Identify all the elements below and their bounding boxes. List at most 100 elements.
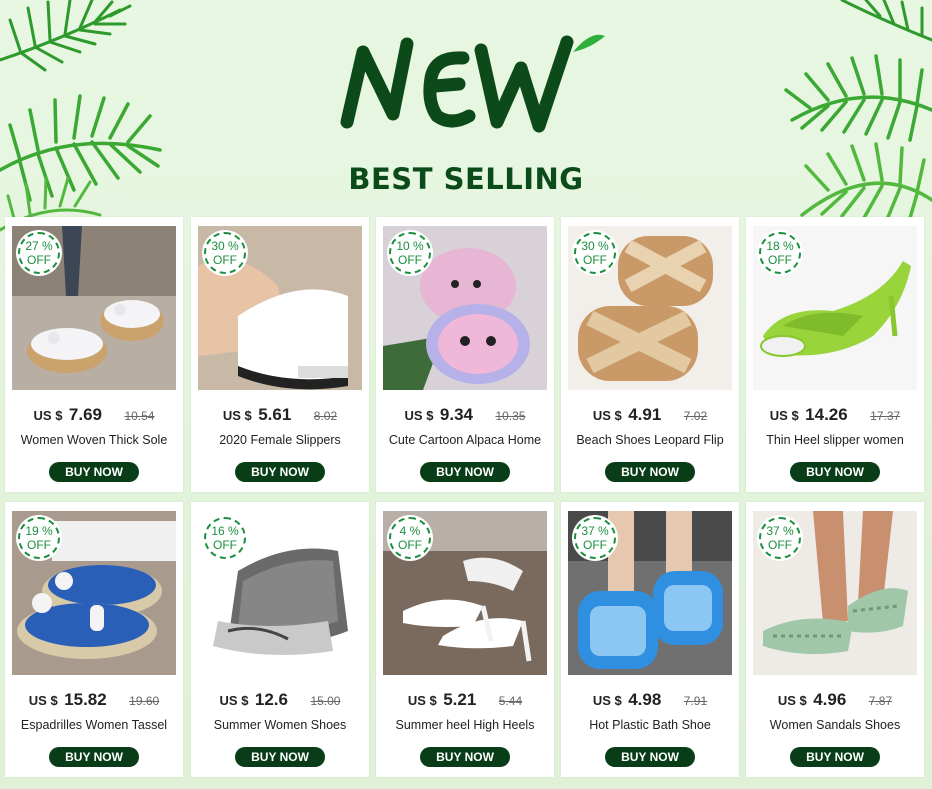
buy-now-button[interactable]: BUY NOW	[420, 462, 510, 482]
buy-now-button[interactable]: BUY NOW	[420, 747, 510, 767]
buy-now-button[interactable]: BUY NOW	[49, 462, 139, 482]
discount-badge: 37 % OFF	[759, 517, 801, 559]
price-row: US $ 5.61 8.02	[191, 405, 369, 425]
discount-badge: 19 % OFF	[18, 517, 60, 559]
buy-now-button[interactable]: BUY NOW	[790, 747, 880, 767]
product-name[interactable]: Summer heel High Heels	[380, 718, 550, 732]
palm-leaves-right-icon	[784, 0, 932, 227]
buy-now-button[interactable]: BUY NOW	[790, 462, 880, 482]
product-card[interactable]: 30 % OFF US $ 4.91 7.02 Beach Shoes Leop…	[561, 217, 739, 492]
discount-percent: 27 %	[25, 239, 53, 253]
price-row: US $ 9.34 10.35	[376, 405, 554, 425]
discount-percent: 4 %	[399, 524, 421, 538]
original-price: 15.00	[310, 694, 341, 708]
price-row: US $ 15.82 19.60	[5, 690, 183, 710]
product-card[interactable]: 4 % OFF US $ 5.21 5.44 Summer heel High …	[376, 502, 554, 777]
price-row: US $ 5.21 5.44	[376, 690, 554, 710]
original-price: 10.54	[124, 409, 155, 423]
best-selling-heading: BEST SELLING	[348, 162, 584, 196]
discount-percent: 30 %	[211, 239, 239, 253]
product-name[interactable]: Summer Women Shoes	[195, 718, 365, 732]
product-image[interactable]: 4 % OFF	[383, 511, 547, 675]
price-row: US $ 4.91 7.02	[561, 405, 739, 425]
product-name[interactable]: 2020 Female Slippers	[195, 433, 365, 447]
product-name[interactable]: Beach Shoes Leopard Flip	[565, 433, 735, 447]
discount-off: OFF	[213, 253, 237, 267]
currency: US $	[407, 693, 437, 708]
product-image[interactable]: 37 % OFF	[753, 511, 917, 675]
price: 14.26	[805, 405, 848, 424]
price-row: US $ 14.26 17.37	[746, 405, 924, 425]
discount-badge: 37 % OFF	[574, 517, 616, 559]
product-image[interactable]: 19 % OFF	[12, 511, 176, 675]
product-card[interactable]: 37 % OFF US $ 4.96 7.87 Women Sandals Sh…	[746, 502, 924, 777]
price: 7.69	[68, 405, 102, 424]
product-image[interactable]: 37 % OFF	[568, 511, 732, 675]
product-name[interactable]: Cute Cartoon Alpaca Home	[380, 433, 550, 447]
buy-now-button[interactable]: BUY NOW	[605, 747, 695, 767]
discount-off: OFF	[398, 538, 422, 552]
buy-now-button[interactable]: BUY NOW	[49, 747, 139, 767]
currency: US $	[592, 693, 622, 708]
product-card[interactable]: 19 % OFF US $ 15.82 19.60 Espadrilles Wo…	[5, 502, 183, 777]
product-image[interactable]: 30 % OFF	[568, 226, 732, 390]
product-name[interactable]: Thin Heel slipper women	[750, 433, 920, 447]
price: 5.61	[258, 405, 292, 424]
currency: US $	[592, 408, 622, 423]
price: 15.82	[64, 690, 107, 709]
original-price: 17.37	[870, 409, 901, 423]
discount-off: OFF	[583, 538, 607, 552]
discount-off: OFF	[398, 253, 422, 267]
original-price: 7.91	[683, 694, 708, 708]
discount-percent: 19 %	[25, 524, 53, 538]
buy-now-button[interactable]: BUY NOW	[235, 747, 325, 767]
original-price: 10.35	[495, 409, 526, 423]
price-row: US $ 4.96 7.87	[746, 690, 924, 710]
new-logo	[340, 34, 605, 133]
original-price: 5.44	[498, 694, 523, 708]
product-card[interactable]: 16 % OFF US $ 12.6 15.00 Summer Women Sh…	[191, 502, 369, 777]
product-image[interactable]: 16 % OFF	[198, 511, 362, 675]
discount-off: OFF	[583, 253, 607, 267]
original-price: 19.60	[129, 694, 160, 708]
discount-percent: 10 %	[396, 239, 424, 253]
discount-badge: 30 % OFF	[574, 232, 616, 274]
product-card[interactable]: 10 % OFF US $ 9.34 10.35 Cute Cartoon Al…	[376, 217, 554, 492]
original-price: 7.02	[683, 409, 708, 423]
palm-leaves-left-icon	[0, 0, 162, 232]
product-card[interactable]: 18 % OFF US $ 14.26 17.37 Thin Heel slip…	[746, 217, 924, 492]
product-card[interactable]: 37 % OFF US $ 4.98 7.91 Hot Plastic Bath…	[561, 502, 739, 777]
product-card[interactable]: 27 % OFF US $ 7.69 10.54 Women Woven Thi…	[5, 217, 183, 492]
product-image[interactable]: 18 % OFF	[753, 226, 917, 390]
product-card[interactable]: 30 % OFF US $ 5.61 8.02 2020 Female Slip…	[191, 217, 369, 492]
original-price: 8.02	[313, 409, 338, 423]
currency: US $	[219, 693, 249, 708]
buy-now-button[interactable]: BUY NOW	[235, 462, 325, 482]
discount-badge: 4 % OFF	[389, 517, 431, 559]
discount-percent: 37 %	[766, 524, 794, 538]
price: 9.34	[439, 405, 473, 424]
currency: US $	[404, 408, 434, 423]
discount-off: OFF	[768, 253, 792, 267]
price: 4.96	[813, 690, 847, 709]
discount-off: OFF	[27, 538, 51, 552]
price: 12.6	[254, 690, 288, 709]
product-image[interactable]: 10 % OFF	[383, 226, 547, 390]
product-name[interactable]: Women Sandals Shoes	[750, 718, 920, 732]
currency: US $	[222, 408, 252, 423]
discount-badge: 18 % OFF	[759, 232, 801, 274]
price-row: US $ 4.98 7.91	[561, 690, 739, 710]
product-name[interactable]: Women Woven Thick Sole	[9, 433, 179, 447]
discount-badge: 27 % OFF	[18, 232, 60, 274]
price-row: US $ 12.6 15.00	[191, 690, 369, 710]
product-name[interactable]: Hot Plastic Bath Shoe	[565, 718, 735, 732]
currency: US $	[777, 693, 807, 708]
product-image[interactable]: 30 % OFF	[198, 226, 362, 390]
buy-now-button[interactable]: BUY NOW	[605, 462, 695, 482]
original-price: 7.87	[868, 694, 893, 708]
product-image[interactable]: 27 % OFF	[12, 226, 176, 390]
discount-percent: 37 %	[581, 524, 609, 538]
product-name[interactable]: Espadrilles Women Tassel	[9, 718, 179, 732]
discount-percent: 18 %	[766, 239, 794, 253]
price: 4.98	[628, 690, 662, 709]
